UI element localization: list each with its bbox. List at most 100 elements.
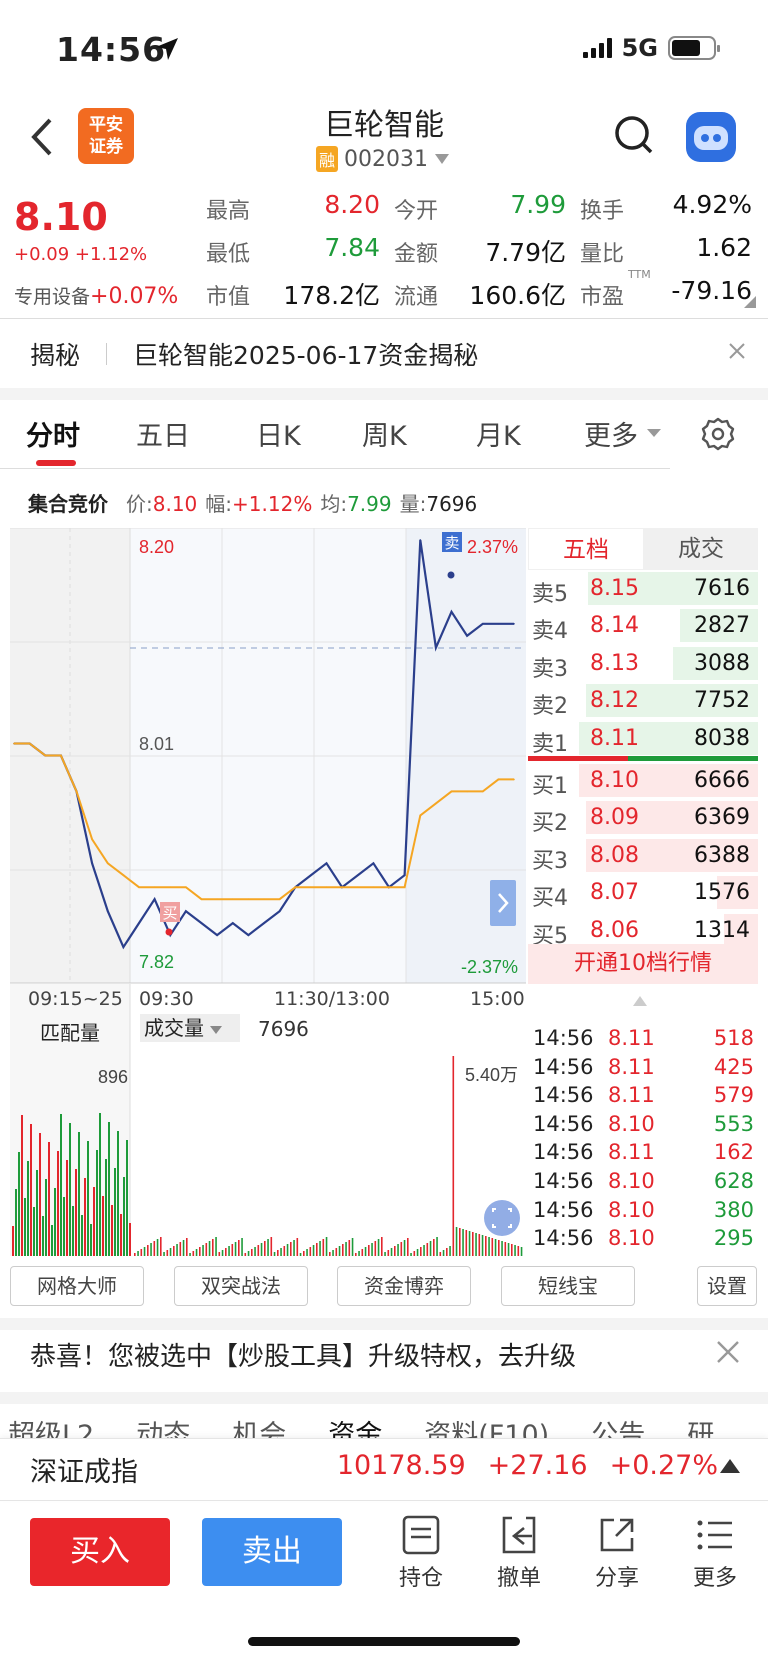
tab-4[interactable]: 月K — [476, 414, 521, 453]
tab-2[interactable]: 日K — [256, 414, 301, 453]
time-label-close: 15:00 — [470, 988, 525, 1010]
avg-point — [185, 886, 187, 889]
tab-deals[interactable]: 成交 — [644, 528, 758, 570]
ask-row[interactable]: 卖4 8.14 2827 — [528, 607, 758, 644]
volume-bar — [501, 1241, 503, 1256]
bid-row[interactable]: 买1 8.10 6666 — [528, 762, 758, 799]
auction-volume-bar — [120, 1214, 122, 1256]
tool-button-1[interactable]: 双突战法 — [174, 1266, 308, 1306]
sub-tab-2[interactable]: 机会 — [232, 1412, 286, 1440]
avg-point — [122, 874, 125, 877]
quote-label: 最高 — [206, 199, 251, 224]
volume-bar — [403, 1240, 406, 1256]
index-value: 10178.59 — [336, 1450, 466, 1481]
avg-point — [435, 802, 437, 805]
sub-tab-1[interactable]: 动态 — [136, 1412, 190, 1440]
auction-volume-bar — [12, 1226, 14, 1256]
volume-bar — [192, 1251, 195, 1256]
vol-value: 7696 — [258, 1017, 309, 1041]
price-point — [513, 622, 515, 625]
bid-row[interactable]: 买4 8.07 1576 — [528, 874, 758, 911]
collapse-up-icon[interactable] — [633, 996, 647, 1006]
volume-bar — [303, 1251, 305, 1256]
avg-point — [247, 898, 250, 900]
price-point — [450, 611, 453, 613]
vol-selector[interactable]: 成交量 — [140, 1014, 240, 1042]
promo-text[interactable]: 恭喜！您被选中【炒股工具】升级特权，去升级 — [30, 1336, 576, 1373]
avg-point — [356, 886, 359, 889]
home-indicator[interactable] — [248, 1637, 520, 1646]
bid-row[interactable]: 买2 8.09 6369 — [528, 799, 758, 836]
open-10-level-button[interactable]: 开通10档行情 — [528, 944, 758, 984]
positions-button[interactable]: 持仓 — [386, 1514, 456, 1592]
ask-row[interactable]: 卖5 8.15 7616 — [528, 570, 758, 607]
volume-bar — [231, 1244, 234, 1256]
intraday-chart[interactable]: 8.20 8.01 7.82 2.37% -2.37% 卖 买 896 5.40… — [10, 528, 526, 1256]
tool-button-4[interactable]: 设置 — [697, 1266, 757, 1306]
ai-robot-icon[interactable] — [686, 112, 736, 162]
cancel-order-button[interactable]: 撤单 — [484, 1514, 554, 1592]
sell-tag: 卖 — [444, 534, 459, 552]
tab-5[interactable]: 更多 — [584, 414, 638, 453]
auction-volume-bar — [111, 1205, 113, 1256]
avg-point — [481, 790, 484, 793]
price-point — [325, 862, 328, 865]
search-icon[interactable] — [614, 115, 654, 159]
tick-time: 14:56 — [533, 1226, 594, 1251]
ask-row[interactable]: 卖2 8.12 7752 — [528, 682, 758, 719]
sub-tab-0[interactable]: 超级L2 — [8, 1412, 94, 1440]
volume-bar — [507, 1243, 510, 1256]
sub-tab-5[interactable]: 公告 — [591, 1412, 645, 1440]
bid-row[interactable]: 买3 8.08 6388 — [528, 837, 758, 874]
level-price: 8.14 — [590, 613, 639, 639]
volume-bar — [494, 1239, 497, 1256]
price-point — [466, 634, 468, 637]
tab-1[interactable]: 五日 — [136, 414, 190, 453]
close-reveal-icon[interactable] — [728, 342, 746, 360]
avg-point — [263, 898, 265, 900]
tool-button-0[interactable]: 网格大师 — [10, 1266, 144, 1306]
fund-reveal-bar[interactable]: 揭秘 巨轮智能2025-06-17资金揭秘 — [0, 320, 768, 388]
volume-bar — [143, 1247, 146, 1256]
sell-button[interactable]: 卖出 — [202, 1518, 342, 1586]
sector-info[interactable]: 专用设备+0.07% — [14, 282, 178, 309]
index-change: +27.16 — [487, 1450, 588, 1481]
volume-bar — [371, 1243, 373, 1256]
buy-button[interactable]: 买入 — [30, 1518, 170, 1586]
sub-tab-4[interactable]: 资料(F10) — [424, 1412, 549, 1440]
tab-3[interactable]: 周K — [362, 414, 407, 453]
volume-bar — [517, 1246, 520, 1256]
level-volume: 7616 — [694, 576, 750, 601]
share-button[interactable]: 分享 — [582, 1514, 652, 1592]
auction-volume-bar — [117, 1131, 119, 1256]
more-button[interactable]: 更多 — [680, 1514, 750, 1592]
sub-tab-3[interactable]: 资金 — [328, 1412, 382, 1440]
tab-five-level[interactable]: 五档 — [528, 528, 644, 570]
ask-row[interactable]: 卖3 8.13 3088 — [528, 645, 758, 682]
settings-gear-icon[interactable] — [700, 416, 736, 452]
tick-volume: 380 — [713, 1197, 754, 1222]
quote-label: 量比 — [580, 242, 625, 267]
price-point — [372, 862, 375, 865]
avg-point — [44, 754, 47, 757]
volume-bar — [439, 1252, 442, 1256]
tool-button-3[interactable]: 短线宝 — [501, 1266, 635, 1306]
stock-code-selector[interactable]: 融 002031 — [316, 146, 450, 172]
volume-bar — [238, 1240, 240, 1256]
ask-row[interactable]: 卖1 8.11 8038 — [528, 720, 758, 757]
chart-low-price: 7.82 — [139, 952, 174, 972]
avg-point — [28, 742, 31, 745]
tick-price: 8.10 — [608, 1226, 655, 1251]
sub-tab-6[interactable]: 研 — [687, 1412, 714, 1440]
volume-bar — [296, 1238, 299, 1256]
price-label: 价: — [126, 492, 153, 516]
volume-bar — [374, 1241, 377, 1256]
level-price: 8.10 — [590, 768, 639, 793]
close-promo-icon[interactable] — [716, 1340, 740, 1364]
volume-bar — [442, 1250, 445, 1256]
tab-0[interactable]: 分时 — [26, 414, 80, 453]
tick-time: 14:56 — [533, 1140, 594, 1165]
index-expand-icon[interactable] — [720, 1459, 740, 1473]
tool-button-2[interactable]: 资金博弈 — [337, 1266, 471, 1306]
avg-point — [450, 790, 453, 793]
